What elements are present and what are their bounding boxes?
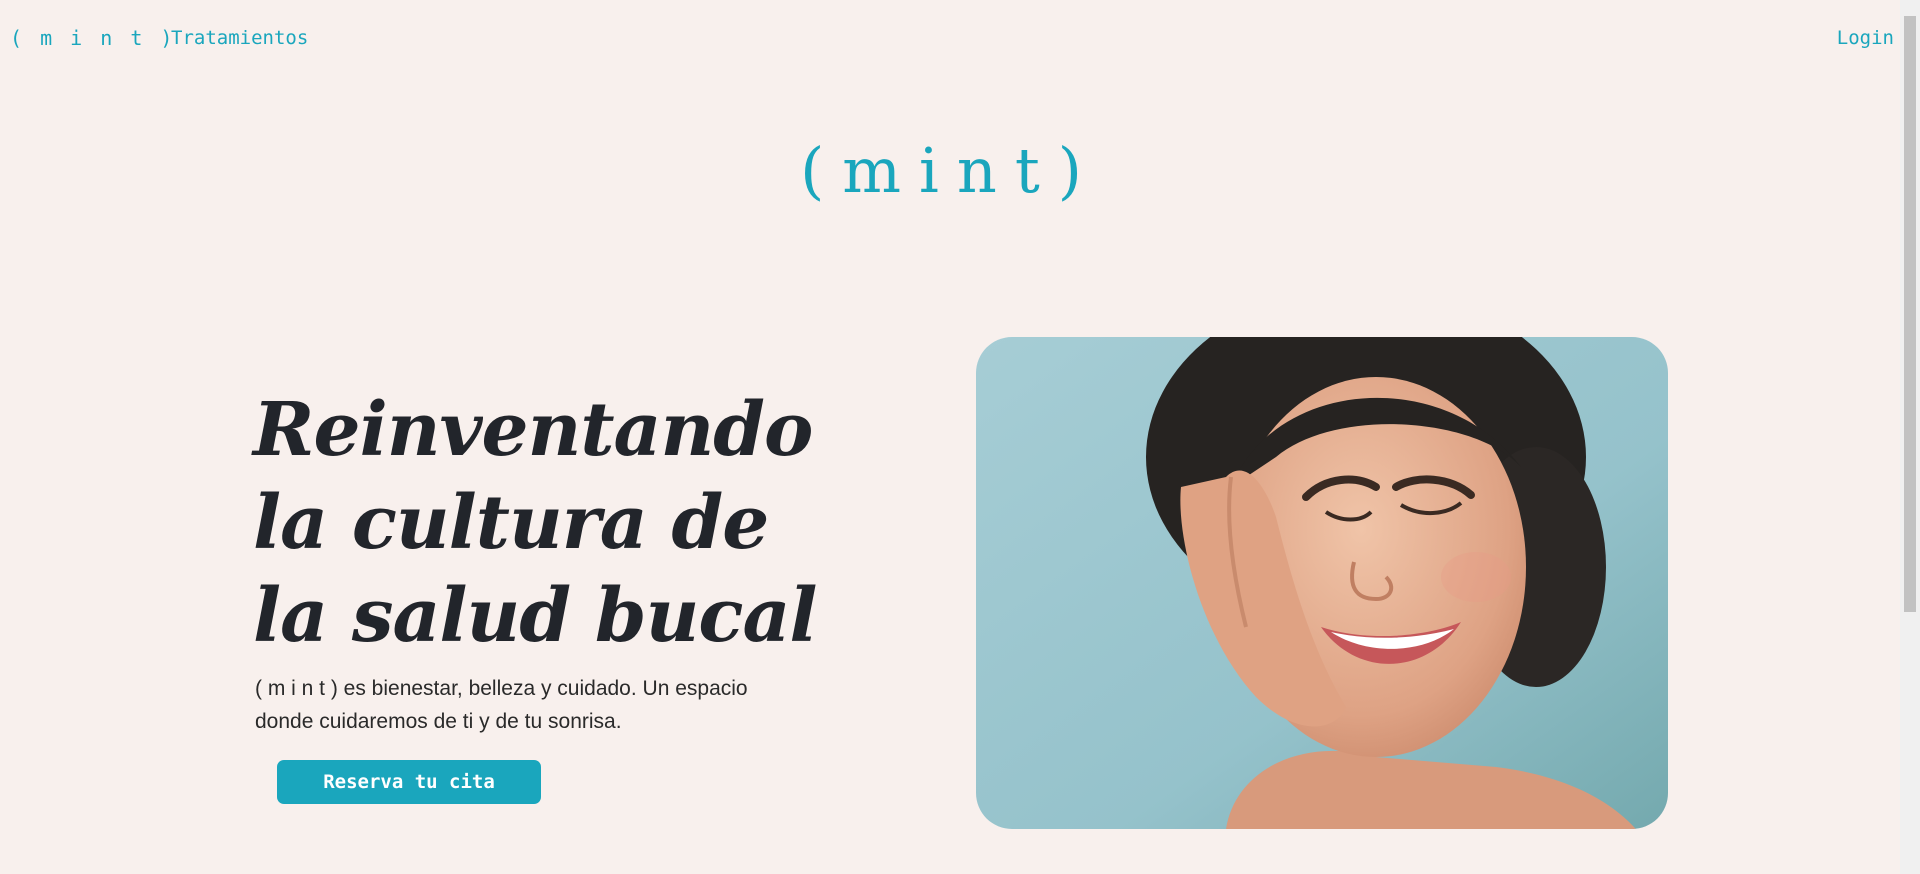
hero-photo-illustration [976, 337, 1668, 829]
nav-brand-link[interactable]: ( m i n t ) [10, 26, 175, 50]
scrollbar-thumb[interactable] [1904, 16, 1916, 612]
hero-title-line: la cultura de [253, 480, 769, 566]
hero-title: Reinventando la cultura de la salud buca… [253, 384, 818, 663]
hero-title-line: Reinventando [253, 387, 813, 473]
book-appointment-button[interactable]: Reserva tu cita [277, 760, 541, 804]
nav-treatments-link[interactable]: Tratamientos [171, 27, 308, 49]
nav-login-link[interactable]: Login [1837, 27, 1894, 49]
hero-title-line: la salud bucal [253, 573, 818, 659]
hero-photo-smiling-woman [976, 337, 1668, 829]
mint-logo: (mint) [800, 134, 1100, 207]
hero-description: ( m i n t ) es bienestar, belleza y cuid… [255, 677, 748, 733]
page-scrollbar[interactable] [1900, 0, 1920, 874]
top-navbar: ( m i n t ) Tratamientos Login [0, 0, 1900, 76]
